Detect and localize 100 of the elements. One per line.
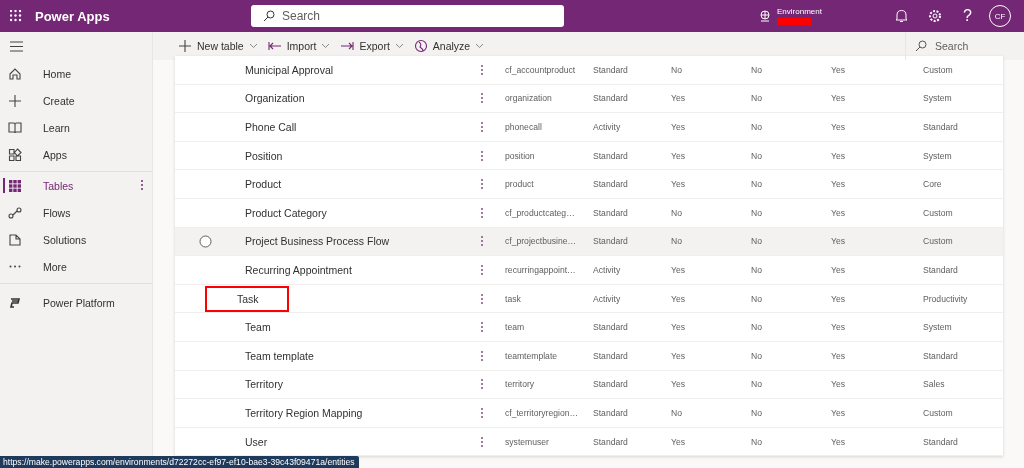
table-cell-text: Yes (831, 322, 847, 333)
more-options-icon[interactable] (480, 235, 484, 248)
more-icon (8, 265, 22, 268)
nav-item[interactable]: Learn (0, 114, 152, 141)
row-select-radio[interactable] (198, 234, 212, 248)
more-options-icon[interactable] (480, 178, 484, 191)
grid-icon (8, 178, 22, 193)
search-field[interactable]: Search (251, 5, 564, 27)
table-cell-text: team (505, 322, 526, 333)
toolbar-button[interactable]: Analyze (408, 34, 490, 58)
table-cell-text: Yes (831, 64, 847, 75)
app-title[interactable]: Power Apps (35, 8, 251, 24)
table-cell-text: cf_territoryregion… (505, 407, 580, 418)
table-cell-text: Yes (671, 122, 687, 132)
table-cell-text: Standard (593, 436, 629, 447)
settings-icon (927, 9, 942, 23)
more-options-icon[interactable] (480, 435, 484, 448)
table-cell-text: Yes (831, 436, 847, 447)
table-name-link[interactable]: Recurring Appointment (237, 260, 360, 279)
toolbar-button[interactable]: Export (335, 34, 409, 58)
table-cell-text: systemuser (505, 436, 550, 447)
table-name-link[interactable]: Territory (237, 375, 291, 394)
table-cell-text: No (751, 436, 763, 447)
toolbar-button[interactable]: Import (262, 34, 336, 58)
more-options-icon[interactable] (480, 206, 484, 219)
more-options-icon[interactable] (480, 321, 484, 334)
table-cell-text: System (923, 322, 953, 333)
table-cell-text: organization (505, 93, 553, 104)
import-icon (267, 39, 282, 53)
nav-item[interactable]: Power Platform (0, 289, 152, 316)
table-name-link[interactable]: Task (207, 287, 287, 310)
menu-icon[interactable] (10, 40, 23, 52)
table-cell-text: Yes (831, 236, 847, 247)
search-icon (915, 40, 927, 52)
table-cell-text: Yes (671, 264, 687, 275)
table-name-link[interactable]: Product Category (237, 203, 335, 222)
table-cell-text: Custom (923, 207, 954, 218)
more-options-icon[interactable] (140, 179, 144, 191)
table-cell-text: Standard (923, 122, 959, 132)
table-cell-text: Standard (593, 207, 629, 218)
table-cell-text: Yes (831, 122, 847, 132)
table-name-link[interactable]: Project Business Process Flow (237, 232, 398, 251)
nav-item[interactable]: More (0, 253, 152, 280)
more-options-icon[interactable] (480, 378, 484, 391)
table-cell-text: position (505, 150, 536, 161)
table-cell-text: Standard (923, 436, 959, 447)
nav-item[interactable]: Flows (0, 199, 152, 226)
more-options-icon[interactable] (480, 349, 484, 362)
apps-icon (8, 147, 22, 162)
table-cell-text: Yes (671, 350, 687, 361)
table-cell-text: Standard (593, 150, 629, 161)
table-cell-text: Activity (593, 293, 622, 304)
toolbar-button[interactable]: New table (173, 34, 263, 58)
table-name-link[interactable]: Team template (237, 346, 322, 365)
table-cell-text: No (751, 122, 763, 132)
more-options-icon[interactable] (480, 263, 484, 276)
nav-item[interactable]: Tables (0, 172, 152, 199)
table-name-link[interactable]: Organization (237, 89, 313, 108)
table-cell-text: No (751, 236, 763, 247)
table-cell-text: Productivity (923, 293, 969, 304)
more-options-icon[interactable] (480, 63, 484, 76)
table-name-link[interactable]: User (237, 432, 276, 451)
nav-item[interactable]: Solutions (0, 226, 152, 253)
table-cell-text: cf_productcateg… (505, 207, 576, 218)
table-name-link[interactable]: Phone Call (237, 118, 305, 136)
help-button[interactable]: ? (951, 7, 984, 25)
table-cell-text: Standard (593, 236, 629, 247)
plus-icon (178, 39, 192, 53)
table-name-link[interactable]: Team (237, 318, 279, 337)
table-cell-text: No (671, 207, 683, 218)
table-cell-text: cf_accountproduct (505, 64, 577, 75)
chevron-down-icon (394, 43, 404, 49)
table-name-link[interactable]: Product (237, 175, 290, 194)
bell-icon (895, 9, 908, 23)
more-options-icon[interactable] (480, 149, 484, 162)
nav-item[interactable]: Home (0, 60, 152, 87)
environment-label: Environment (777, 7, 823, 16)
table-cell-text: Custom (923, 236, 954, 247)
table-cell-text: No (751, 379, 763, 390)
table-cell-text: Standard (593, 93, 629, 104)
nav-item[interactable]: Create (0, 87, 152, 114)
more-options-icon[interactable] (480, 92, 484, 105)
document-icon (8, 232, 22, 247)
table-cell-text: Yes (831, 407, 847, 418)
table-cell-text: cf_projectbusine… (505, 236, 578, 247)
more-options-icon[interactable] (480, 121, 484, 133)
table-cell-text: System (923, 93, 953, 104)
table-cell-text: No (751, 407, 763, 418)
app-launcher-icon[interactable] (10, 10, 22, 22)
table-cell-text: recurringappoint… (505, 264, 577, 275)
more-options-icon[interactable] (480, 292, 484, 305)
table-name-link[interactable]: Position (237, 146, 291, 165)
nav-item[interactable]: Apps (0, 141, 152, 168)
more-options-icon[interactable] (480, 406, 484, 419)
table-name-link[interactable]: Territory Region Mapping (237, 403, 371, 422)
book-icon (8, 120, 22, 135)
table-name-link[interactable]: Municipal Approval (237, 60, 342, 79)
table-cell-text: Yes (671, 93, 687, 104)
chevron-down-icon (321, 43, 331, 49)
table-cell-text: No (671, 236, 683, 247)
